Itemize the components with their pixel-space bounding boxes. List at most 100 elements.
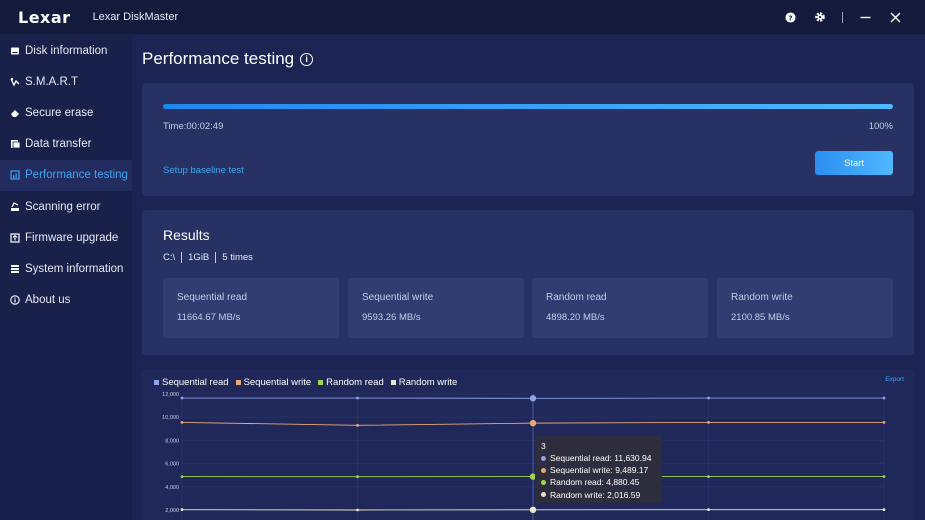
chart-legend: Sequential read Sequential write Random re… <box>154 377 457 388</box>
sidebar-item-firmware-upgrade[interactable]: Firmware upgrade <box>0 222 132 253</box>
results-title: Results <box>163 227 210 243</box>
legend-item[interactable]: Random write <box>390 377 457 388</box>
legend-label: Sequential read <box>162 377 229 388</box>
sidebar-item-label: Secure erase <box>25 106 94 119</box>
data-point <box>882 475 886 478</box>
start-button[interactable]: Start <box>815 151 893 175</box>
sidebar-item-system-information[interactable]: System information <box>0 253 132 284</box>
results-panel: Results C:\ 1GiB 5 times Sequential read… <box>142 210 914 355</box>
sidebar-item-data-transfer[interactable]: Data transfer <box>0 129 132 160</box>
setup-baseline-link[interactable]: Setup baseline test <box>163 165 244 176</box>
stat-label: Sequential read <box>177 292 248 303</box>
stat-label: Random read <box>546 292 607 303</box>
sidebar-item-disk-information[interactable]: Disk information <box>0 35 132 66</box>
tooltip-dot <box>541 467 546 473</box>
scan-icon <box>10 201 20 212</box>
elapsed-time: Time:00:02:49 <box>163 121 224 132</box>
meta-separator <box>181 252 183 263</box>
transfer-icon <box>10 139 20 149</box>
sidebar-item-scanning-error[interactable]: Scanning error <box>0 191 132 222</box>
title-separator <box>842 11 843 23</box>
data-point <box>180 475 184 478</box>
data-point <box>180 396 184 400</box>
stat-label: Random write <box>731 292 793 303</box>
chart-icon <box>10 170 20 180</box>
stat-random-write: Random write 2100.85 MB/s <box>717 278 893 338</box>
tooltip-dot <box>541 479 546 485</box>
data-point <box>180 421 184 424</box>
progress-bar <box>163 104 893 109</box>
tooltip-row: Sequential write: 9,489.17 <box>541 464 656 476</box>
tooltip-text: Sequential read: 11,630.94 <box>550 453 652 464</box>
y-tick-label: 12,000 <box>162 392 179 398</box>
tooltip-text: Random read: 4,880.45 <box>550 477 640 488</box>
legend-label: Random read <box>326 377 384 388</box>
data-point <box>882 508 886 512</box>
disk-icon <box>10 46 20 56</box>
sidebar-item-label: Disk information <box>25 44 108 57</box>
sidebar-item-label: Scanning error <box>25 200 101 213</box>
help-icon[interactable]: ? <box>782 9 798 25</box>
settings-gear-icon[interactable] <box>812 9 828 25</box>
y-tick-label: 4,000 <box>165 485 179 491</box>
data-point <box>356 475 359 479</box>
data-point <box>707 508 710 512</box>
sidebar-item-smart[interactable]: S.M.A.R.T <box>0 66 132 97</box>
chart-panel: 2,000 4,000 6,000 8,000 10,000 12,000 Sequent… <box>142 369 914 520</box>
y-tick-label: 2,000 <box>165 508 179 514</box>
tooltip-row: Sequential read: 11,630.94 <box>541 452 656 464</box>
tooltip-text: Random write: 2,016.59 <box>550 489 641 500</box>
tooltip-dot <box>541 455 546 461</box>
data-point <box>707 396 710 400</box>
data-point <box>882 421 886 424</box>
sidebar-item-performance-testing[interactable]: Performance testing <box>0 159 132 191</box>
info-icon <box>10 295 20 305</box>
tooltip-row: Random write: 2,016.59 <box>541 489 656 501</box>
stat-value: 9593.26 MB/s <box>362 312 421 323</box>
sidebar-item-label: S.M.A.R.T <box>25 75 79 88</box>
data-point <box>707 421 710 424</box>
data-point <box>529 506 537 514</box>
data-point <box>356 423 359 427</box>
progress-percent: 100% <box>868 121 893 132</box>
sidebar-item-about-us[interactable]: About us <box>0 285 132 316</box>
sidebar-item-secure-erase[interactable]: Secure erase <box>0 97 132 128</box>
export-button[interactable]: Export <box>885 376 904 383</box>
sidebar: Disk information S.M.A.R.T Secure erase … <box>0 34 132 520</box>
stat-value: 4898.20 MB/s <box>546 312 605 323</box>
sidebar-item-label: About us <box>25 294 71 307</box>
stat-value: 2100.85 MB/s <box>731 312 790 323</box>
data-point <box>356 396 359 400</box>
meta-separator <box>215 252 217 263</box>
title-bar: Lexar Lexar DiskMaster ? <box>0 0 925 34</box>
results-drive: C:\ <box>163 252 176 263</box>
firmware-icon <box>10 233 20 243</box>
page-info-icon[interactable]: i <box>300 52 314 66</box>
data-point <box>529 419 537 427</box>
system-icon <box>10 264 20 274</box>
stat-random-read: Random read 4898.20 MB/s <box>532 278 708 338</box>
results-meta: C:\ 1GiB 5 times <box>163 252 253 263</box>
app-logo: Lexar <box>18 7 71 27</box>
svg-text:?: ? <box>788 13 792 22</box>
legend-item[interactable]: Sequential read <box>154 377 229 388</box>
data-point <box>882 396 886 400</box>
legend-item[interactable]: Random read <box>318 377 384 388</box>
y-tick-label: 8,000 <box>165 438 179 444</box>
close-icon[interactable] <box>887 9 903 25</box>
chart-tooltip: 3 Sequential read: 11,630.94 Sequential … <box>535 436 662 503</box>
tooltip-title: 3 <box>541 441 546 451</box>
results-size: 1GiB <box>188 252 210 263</box>
tooltip-dot <box>541 492 546 498</box>
data-point <box>180 508 184 512</box>
y-tick-label: 10,000 <box>162 415 179 421</box>
stat-value: 11664.67 MB/s <box>177 312 241 323</box>
tooltip-row: Random read: 4,880.45 <box>541 476 656 488</box>
minimize-icon[interactable] <box>857 9 873 25</box>
legend-swatch <box>318 380 324 385</box>
legend-swatch <box>235 380 241 385</box>
performance-line-chart: 2,000 4,000 6,000 8,000 10,000 12,000 <box>162 392 886 520</box>
legend-item[interactable]: Sequential write <box>235 377 311 388</box>
eraser-icon <box>10 108 20 118</box>
sidebar-item-label: Firmware upgrade <box>25 231 119 244</box>
